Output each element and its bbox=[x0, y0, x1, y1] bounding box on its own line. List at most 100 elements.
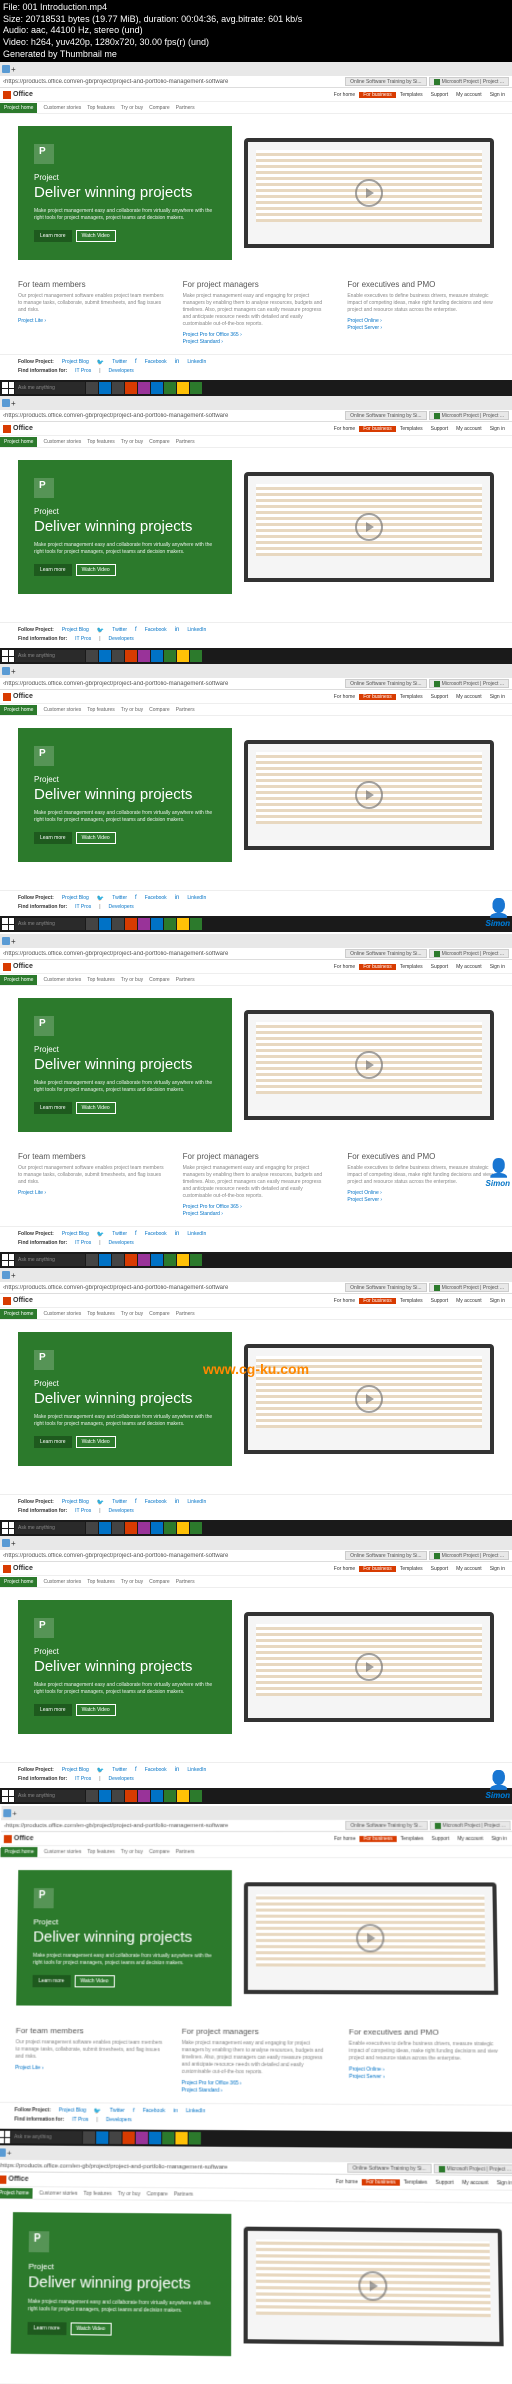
taskbar-app-icon[interactable] bbox=[190, 650, 202, 662]
taskbar-app-icon[interactable] bbox=[151, 918, 163, 930]
subnav-compare[interactable]: Compare bbox=[149, 105, 170, 111]
watch-video-button[interactable]: Watch Video bbox=[76, 1436, 116, 1448]
product-link[interactable]: Project Server bbox=[347, 325, 494, 331]
subnav-features[interactable]: Top features bbox=[87, 707, 115, 713]
subnav-partners[interactable]: Partners bbox=[176, 1849, 195, 1855]
learn-more-button[interactable]: Learn more bbox=[34, 1436, 72, 1448]
taskbar-app-icon[interactable] bbox=[138, 918, 150, 930]
subnav-stories[interactable]: Customer stories bbox=[43, 707, 81, 713]
facebook-icon[interactable]: f bbox=[135, 627, 137, 634]
browser-tab[interactable]: Microsoft Project | Project ... bbox=[429, 1821, 510, 1830]
browser-tab[interactable]: Online Software Training by Si... bbox=[345, 411, 426, 420]
browser-tab[interactable]: Microsoft Project | Project ... bbox=[433, 2164, 512, 2174]
nav-for-business[interactable]: For business bbox=[359, 964, 396, 970]
watch-video-button[interactable]: Watch Video bbox=[70, 2323, 111, 2336]
windows-taskbar[interactable]: Ask me anything bbox=[0, 1252, 512, 1268]
follow-blog-link[interactable]: Project Blog bbox=[59, 2108, 86, 2115]
nav-templates[interactable]: Templates bbox=[396, 426, 427, 432]
watch-video-button[interactable]: Watch Video bbox=[76, 230, 116, 242]
facebook-icon[interactable]: f bbox=[135, 1767, 137, 1774]
facebook-icon[interactable]: f bbox=[135, 1499, 137, 1506]
taskbar-app-icon[interactable] bbox=[99, 650, 111, 662]
taskbar-app-icon[interactable] bbox=[149, 2132, 161, 2145]
new-tab-icon[interactable]: + bbox=[11, 1271, 16, 1280]
product-link[interactable]: Project Server bbox=[349, 2074, 499, 2081]
taskbar-search[interactable]: Ask me anything bbox=[15, 1254, 85, 1266]
subnav-stories[interactable]: Customer stories bbox=[44, 1849, 82, 1855]
browser-tab[interactable]: Online Software Training by Si... bbox=[345, 1551, 426, 1560]
office-brand[interactable]: Office bbox=[13, 425, 33, 432]
taskbar-app-icon[interactable] bbox=[138, 650, 150, 662]
start-button-icon[interactable] bbox=[2, 1254, 14, 1266]
start-button-icon[interactable] bbox=[2, 650, 14, 662]
taskbar-app-icon[interactable] bbox=[99, 382, 111, 394]
taskbar-app-icon[interactable] bbox=[125, 1254, 137, 1266]
nav-support[interactable]: Support bbox=[427, 1298, 453, 1304]
subnav-partners[interactable]: Partners bbox=[176, 977, 195, 983]
browser-tab[interactable]: Microsoft Project | Project ... bbox=[429, 77, 509, 86]
play-icon[interactable] bbox=[358, 2271, 387, 2301]
taskbar-app-icon[interactable] bbox=[112, 1522, 124, 1534]
windows-taskbar[interactable]: Ask me anything bbox=[0, 916, 512, 932]
play-icon[interactable] bbox=[356, 1924, 385, 1953]
product-link[interactable]: Project Standard bbox=[183, 1211, 330, 1217]
developers-link[interactable]: Developers bbox=[109, 904, 134, 910]
linkedin-icon[interactable]: in bbox=[175, 627, 180, 634]
taskbar-app-icon[interactable] bbox=[125, 1790, 137, 1802]
learn-more-button[interactable]: Learn more bbox=[34, 1704, 72, 1716]
address-bar[interactable]: ‹ https://products.office.com/en-gb/proj… bbox=[0, 948, 512, 960]
subnav-try[interactable]: Try or buy bbox=[118, 2191, 141, 2197]
subnav-features[interactable]: Top features bbox=[87, 977, 115, 983]
browser-tab[interactable]: Microsoft Project | Project ... bbox=[429, 679, 509, 688]
linkedin-icon[interactable]: in bbox=[173, 2108, 178, 2115]
nav-for-business[interactable]: For business bbox=[359, 426, 396, 432]
developers-link[interactable]: Developers bbox=[109, 368, 134, 374]
taskbar-app-icon[interactable] bbox=[190, 1790, 202, 1802]
nav-templates[interactable]: Templates bbox=[396, 1298, 427, 1304]
itpros-link[interactable]: IT Pros bbox=[75, 636, 91, 642]
browser-tab[interactable]: Microsoft Project | Project ... bbox=[429, 1283, 509, 1292]
facebook-icon[interactable]: f bbox=[135, 1231, 137, 1238]
twitter-icon[interactable]: 🐦 bbox=[94, 2108, 102, 2115]
developers-link[interactable]: Developers bbox=[109, 1508, 134, 1514]
taskbar-app-icon[interactable] bbox=[190, 1254, 202, 1266]
nav-account[interactable]: My account bbox=[458, 2180, 493, 2187]
subnav-try[interactable]: Try or buy bbox=[121, 439, 143, 445]
linkedin-icon[interactable]: in bbox=[175, 1499, 180, 1506]
product-link[interactable]: Project Server bbox=[347, 1197, 494, 1203]
subnav-compare[interactable]: Compare bbox=[149, 1849, 170, 1855]
play-icon[interactable] bbox=[355, 1385, 383, 1413]
taskbar-app-icon[interactable] bbox=[190, 1522, 202, 1534]
nav-support[interactable]: Support bbox=[427, 426, 453, 432]
itpros-link[interactable]: IT Pros bbox=[75, 1508, 91, 1514]
nav-support[interactable]: Support bbox=[427, 92, 453, 98]
subnav-partners[interactable]: Partners bbox=[176, 1579, 195, 1585]
nav-support[interactable]: Support bbox=[427, 694, 453, 700]
taskbar-app-icon[interactable] bbox=[151, 382, 163, 394]
subnav-compare[interactable]: Compare bbox=[149, 707, 170, 713]
windows-taskbar[interactable]: Ask me anything bbox=[0, 1520, 512, 1536]
linkedin-icon[interactable]: in bbox=[175, 1231, 180, 1238]
subnav-home[interactable]: Project home bbox=[0, 1577, 37, 1587]
nav-account[interactable]: My account bbox=[452, 964, 486, 970]
product-link[interactable]: Project Online bbox=[347, 1190, 494, 1196]
nav-for-home[interactable]: For home bbox=[330, 426, 359, 432]
new-tab-icon[interactable]: + bbox=[12, 1809, 17, 1818]
learn-more-button[interactable]: Learn more bbox=[34, 230, 72, 242]
nav-templates[interactable]: Templates bbox=[396, 964, 427, 970]
subnav-stories[interactable]: Customer stories bbox=[43, 1311, 81, 1317]
follow-blog-link[interactable]: Project Blog bbox=[62, 1767, 89, 1774]
product-link[interactable]: Project Standard bbox=[181, 2088, 330, 2095]
watch-video-button[interactable]: Watch Video bbox=[76, 1704, 116, 1716]
nav-templates[interactable]: Templates bbox=[400, 2179, 432, 2186]
start-button-icon[interactable] bbox=[2, 918, 14, 930]
subnav-try[interactable]: Try or buy bbox=[121, 1579, 143, 1585]
product-link[interactable]: Project Lite bbox=[15, 2065, 163, 2072]
taskbar-app-icon[interactable] bbox=[177, 1522, 189, 1534]
nav-account[interactable]: My account bbox=[452, 694, 486, 700]
office-brand[interactable]: Office bbox=[13, 91, 33, 98]
nav-signin[interactable]: Sign in bbox=[486, 964, 509, 970]
taskbar-search[interactable]: Ask me anything bbox=[15, 650, 85, 662]
nav-for-home[interactable]: For home bbox=[332, 2179, 362, 2186]
nav-templates[interactable]: Templates bbox=[396, 1836, 427, 1842]
